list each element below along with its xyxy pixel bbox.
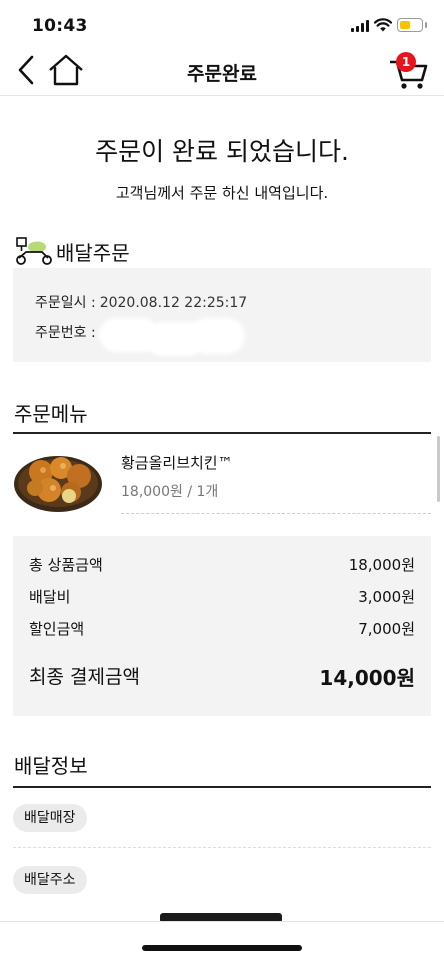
section-divider: [13, 786, 431, 788]
status-bar: 10:43: [0, 0, 444, 46]
total-value: 14,000원: [319, 666, 415, 690]
order-number-row: 주문번호 :: [35, 322, 100, 342]
order-date-value: 2020.08.12 22:25:17: [99, 295, 248, 311]
menu-item-price-qty: 18,000원 / 1개: [121, 484, 219, 500]
delivery-scooter-icon: [16, 237, 52, 265]
discount-value: 7,000원: [358, 620, 415, 638]
home-indicator[interactable]: [142, 945, 302, 951]
delivery-fee-value: 3,000원: [358, 588, 415, 606]
subtotal-label: 총 상품금액: [29, 556, 103, 574]
menu-item-name: 황금올리브치킨™: [121, 454, 233, 472]
battery-icon: [397, 18, 423, 32]
address-label-pill: 배달주소: [13, 866, 87, 894]
wifi-icon: [374, 18, 392, 32]
store-label-pill: 배달매장: [13, 804, 87, 832]
menu-item-divider: [121, 513, 431, 514]
completion-subtitle: 고객님께서 주문 하신 내역입니다.: [115, 184, 329, 202]
order-menu-title: 주문메뉴: [14, 402, 88, 426]
completion-title: 주문이 완료 되었습니다.: [95, 137, 349, 166]
total-label: 최종 결제금액: [29, 666, 140, 688]
page-title: 주문완료: [187, 63, 257, 85]
signal-icon: [351, 20, 371, 32]
fried-chicken-image: [14, 456, 102, 512]
subtotal-value: 18,000원: [348, 556, 415, 574]
bottom-bar: [0, 921, 444, 960]
scrollbar[interactable]: [437, 436, 440, 502]
price-summary: 총 상품금액 18,000원 배달비 3,000원 할인금액 7,000원 최종…: [13, 536, 431, 716]
order-info-box: 주문일시 :2020.08.12 22:25:17 주문번호 :: [13, 268, 431, 362]
delivery-info-title: 배달정보: [14, 754, 88, 778]
discount-label: 할인금액: [29, 620, 85, 638]
order-date-label: 주문일시 :: [35, 295, 96, 311]
delivery-order-label: 배달주문: [56, 241, 130, 265]
row-divider: [13, 847, 431, 848]
order-number-label: 주문번호 :: [35, 325, 96, 341]
status-time: 10:43: [32, 16, 88, 36]
section-divider: [13, 432, 431, 434]
order-date-row: 주문일시 :2020.08.12 22:25:17: [35, 292, 247, 312]
delivery-fee-label: 배달비: [29, 588, 71, 606]
cart-count-badge[interactable]: 1: [396, 52, 416, 72]
app-header: 주문완료 1: [0, 46, 444, 96]
